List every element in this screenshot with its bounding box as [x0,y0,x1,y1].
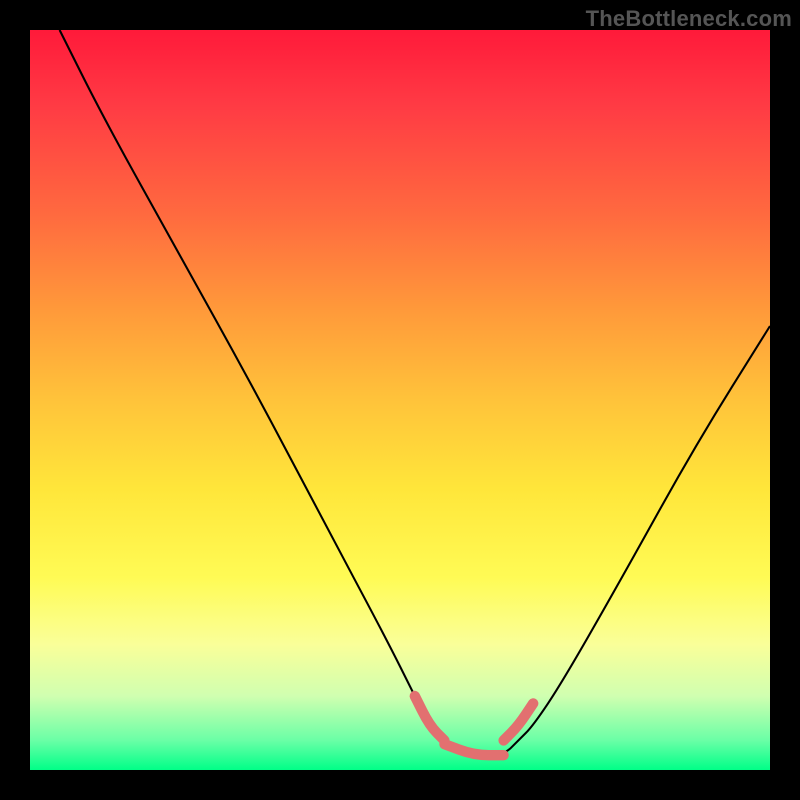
chart-svg [30,30,770,770]
valley-accent-segment [415,696,445,740]
curve-line [60,30,770,755]
plot-area [30,30,770,770]
valley-accent-segment [504,703,534,740]
valley-accent [415,696,533,755]
valley-accent-segment [444,744,503,755]
watermark-text: TheBottleneck.com [586,6,792,32]
chart-frame: TheBottleneck.com [0,0,800,800]
